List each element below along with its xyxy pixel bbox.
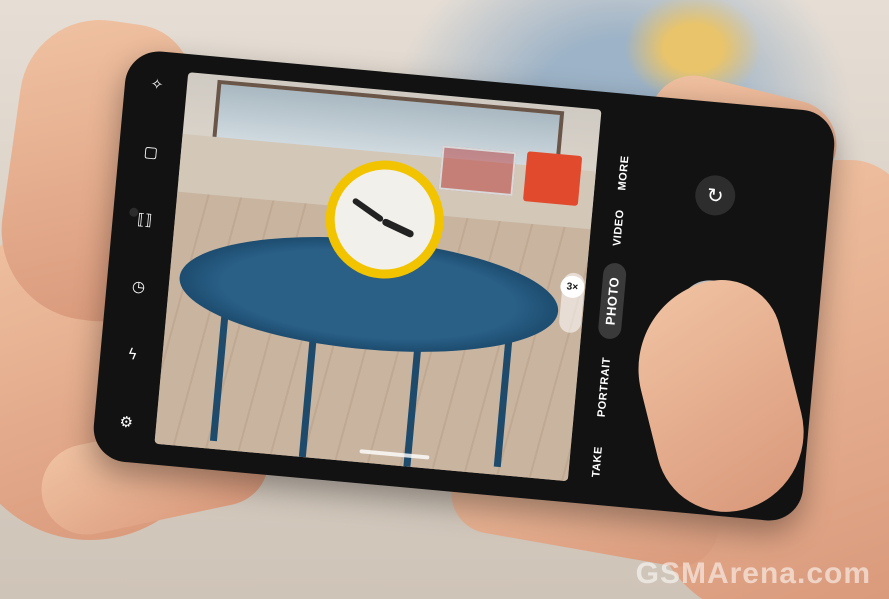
- magic-wand-icon[interactable]: ✧: [143, 70, 171, 98]
- camera-viewfinder[interactable]: 3×: [154, 72, 602, 482]
- settings-icon[interactable]: ⚙: [112, 408, 140, 436]
- red-box: [522, 151, 583, 206]
- switch-camera-icon[interactable]: ↻: [693, 173, 737, 218]
- motion-photo-icon[interactable]: ▢: [137, 138, 165, 166]
- mode-take[interactable]: TAKE: [588, 423, 607, 500]
- timer-icon[interactable]: ◷: [124, 273, 152, 301]
- clock-hour-hand: [381, 217, 415, 239]
- mode-portrait[interactable]: PORTRAIT: [595, 349, 614, 426]
- clock-minute-hand: [351, 197, 385, 223]
- flash-off-icon[interactable]: ϟ: [118, 340, 146, 368]
- mode-photo[interactable]: PHOTO: [597, 262, 628, 340]
- watermark: GSMArena.com: [635, 557, 871, 590]
- aspect-ratio-icon[interactable]: ⟦⟧: [131, 205, 159, 233]
- red-basket: [438, 145, 517, 197]
- mode-more[interactable]: MORE: [614, 135, 633, 212]
- photo-scene: ✧ ▢ ⟦⟧ ◷ ϟ ⚙ 3× TAKE PORTRAIT PHOTO VIDE…: [0, 0, 889, 599]
